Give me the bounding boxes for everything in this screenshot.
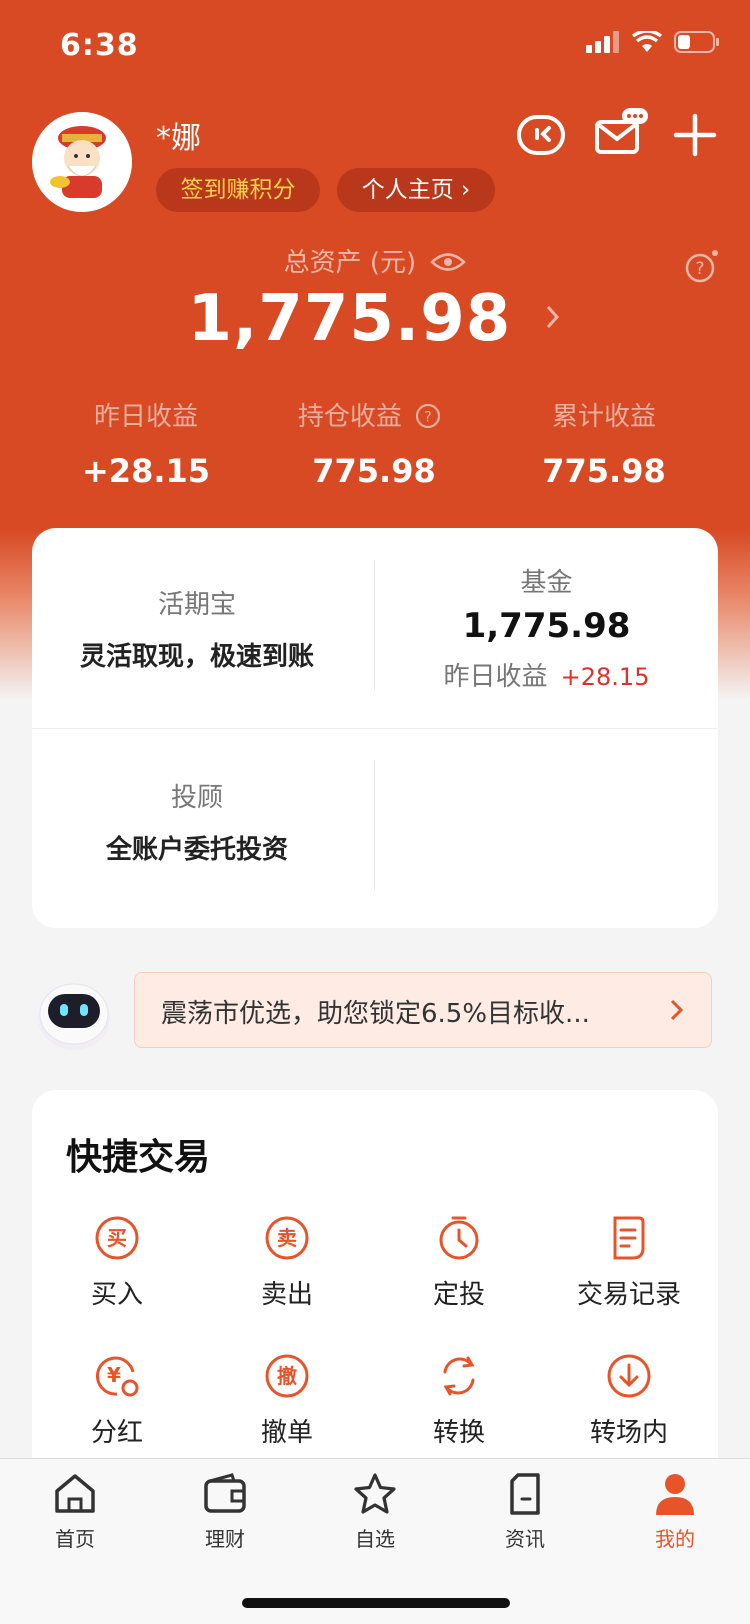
home-icon [55, 1474, 95, 1513]
document-icon [613, 1216, 645, 1260]
avatar[interactable] [32, 112, 132, 212]
signin-points-button[interactable]: 签到赚积分 [156, 168, 320, 212]
total-assets-amount: 1,775.98 [187, 282, 512, 356]
svg-text:?: ? [424, 410, 431, 426]
flexible-savings-title: 活期宝 [157, 590, 236, 620]
battery-icon [674, 31, 719, 53]
promo-banner[interactable]: 震荡市优选，助您锁定6.5%目标收... [134, 972, 712, 1048]
fund-yesterday-label: 昨日收益 [443, 662, 548, 692]
eye-icon[interactable] [430, 251, 467, 273]
news-icon [510, 1473, 540, 1515]
status-time: 6:38 [60, 28, 139, 63]
cumulative-earnings-value: 775.98 [542, 452, 666, 490]
buy-icon: 买 [95, 1216, 139, 1260]
quick-trade-title: 快捷交易 [66, 1137, 211, 1178]
tab-wealth-label: 理财 [205, 1527, 245, 1551]
timer-icon [439, 1216, 479, 1260]
svg-text:撤: 撤 [277, 1364, 297, 1388]
advisor-tile[interactable]: 投顾 全账户委托投资 [32, 729, 374, 928]
dividend-label: 分红 [90, 1418, 143, 1448]
message-icon[interactable] [594, 108, 648, 162]
chevron-right-icon [670, 999, 684, 1021]
trade-records-label: 交易记录 [576, 1280, 681, 1310]
trade-records-button[interactable]: 交易记录 [544, 1214, 714, 1311]
switch-button[interactable]: 转换 [374, 1352, 544, 1449]
fund-yesterday-earnings: 昨日收益 +28.15 [375, 656, 718, 693]
svg-text:?: ? [695, 259, 704, 279]
svg-text:¥: ¥ [107, 1363, 121, 1387]
refresh-icon [443, 1356, 475, 1396]
total-assets-label-text: 总资产 (元) [283, 248, 417, 278]
fund-yesterday-value: +28.15 [560, 663, 650, 691]
sell-button[interactable]: 卖 卖出 [202, 1214, 372, 1311]
dividend-button[interactable]: ¥ 分红 [32, 1352, 202, 1449]
auto-invest-label: 定投 [432, 1280, 485, 1310]
buy-label: 买入 [90, 1280, 143, 1310]
download-icon [607, 1354, 651, 1398]
add-icon[interactable] [668, 108, 722, 162]
tab-watchlist[interactable]: 自选 [320, 1471, 430, 1552]
advisor-title: 投顾 [170, 783, 223, 813]
help-icon[interactable]: ? [414, 402, 442, 430]
customer-service-icon[interactable] [514, 108, 568, 162]
yesterday-earnings-value: +28.15 [81, 452, 211, 490]
signal-icon [586, 31, 619, 53]
sell-label: 卖出 [260, 1280, 313, 1310]
yesterday-earnings-label: 昨日收益 [93, 402, 198, 432]
dividend-icon: ¥ [95, 1356, 139, 1397]
transfer-in-exchange-label: 转场内 [589, 1418, 668, 1448]
cancel-order-label: 撤单 [260, 1418, 313, 1448]
tab-home-label: 首页 [55, 1527, 95, 1551]
auto-invest-button[interactable]: 定投 [374, 1214, 544, 1311]
home-indicator [242, 1598, 510, 1608]
promo-banner-text: 震荡市优选，助您锁定6.5%目标收... [161, 999, 590, 1029]
divider [374, 760, 375, 890]
tab-wealth[interactable]: 理财 [170, 1471, 280, 1552]
svg-text:买: 买 [107, 1226, 127, 1250]
personal-homepage-button[interactable]: 个人主页 › [337, 168, 495, 212]
cumulative-earnings-label: 累计收益 [551, 402, 656, 432]
username: *娜 [156, 121, 201, 156]
tab-news-label: 资讯 [505, 1527, 545, 1551]
flexible-savings-subtitle: 灵活取现，极速到账 [79, 642, 314, 672]
total-assets-label: 总资产 (元) [0, 242, 750, 279]
buy-button[interactable]: 买 买入 [32, 1214, 202, 1311]
tab-watchlist-label: 自选 [355, 1527, 395, 1551]
help-icon[interactable]: ? [682, 250, 718, 286]
wifi-icon [632, 31, 662, 52]
tab-home[interactable]: 首页 [20, 1471, 130, 1552]
tab-news[interactable]: 资讯 [470, 1471, 580, 1552]
cancel-order-icon: 撤 [265, 1354, 309, 1398]
star-icon [354, 1473, 396, 1514]
fund-value: 1,775.98 [462, 606, 631, 646]
fund-title: 基金 [520, 568, 573, 598]
switch-label: 转换 [432, 1418, 485, 1448]
holding-earnings-value: 775.98 [312, 452, 436, 490]
flexible-savings-tile[interactable]: 活期宝 灵活取现，极速到账 [32, 528, 374, 728]
tab-mine-label: 我的 [655, 1527, 695, 1551]
mascot-avatar-icon [32, 112, 132, 212]
tab-mine[interactable]: 我的 [620, 1471, 730, 1552]
status-icons [586, 30, 720, 54]
sell-icon: 卖 [265, 1216, 309, 1260]
svg-text:卖: 卖 [277, 1226, 297, 1250]
wallet-icon [204, 1473, 246, 1513]
cancel-order-button[interactable]: 撤 撤单 [202, 1352, 372, 1449]
chevron-right-icon [546, 305, 559, 329]
advisor-subtitle: 全账户委托投资 [105, 835, 288, 865]
products-card: 活期宝 灵活取现，极速到账 基金 1,775.98 昨日收益 +28.15 投顾… [32, 528, 718, 928]
total-assets-value[interactable]: 1,775.98 [0, 282, 750, 356]
holding-earnings-label: 持仓收益 ? [260, 396, 480, 433]
robot-assistant-icon[interactable] [34, 974, 114, 1054]
holding-earnings-label-text: 持仓收益 [297, 402, 402, 432]
fund-tile[interactable]: 基金 1,775.98 昨日收益 +28.15 [375, 528, 718, 728]
transfer-in-exchange-button[interactable]: 转场内 [544, 1352, 714, 1449]
person-icon [656, 1474, 694, 1515]
